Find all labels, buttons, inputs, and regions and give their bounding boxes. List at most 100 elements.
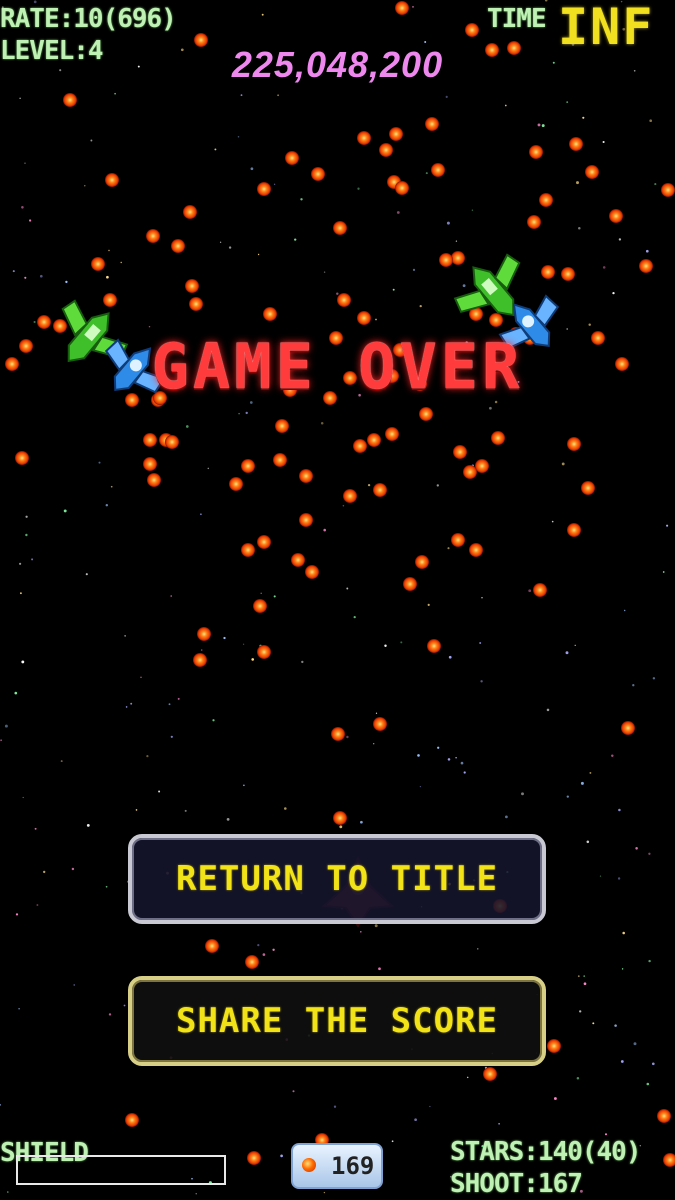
star bbox=[541, 124, 545, 128]
star bbox=[223, 636, 226, 640]
star bbox=[646, 1082, 650, 1086]
star bbox=[98, 461, 101, 464]
enemy-bullet bbox=[257, 182, 271, 196]
enemy-bullet bbox=[91, 257, 105, 271]
star bbox=[592, 1022, 595, 1025]
star bbox=[446, 221, 450, 225]
star bbox=[566, 101, 569, 103]
star bbox=[373, 743, 375, 745]
star bbox=[262, 953, 266, 956]
enemy-bullet bbox=[373, 483, 387, 497]
enemy-bullet bbox=[547, 1039, 561, 1053]
star bbox=[504, 104, 507, 107]
star bbox=[479, 642, 482, 644]
star bbox=[4, 724, 8, 728]
star bbox=[130, 702, 133, 705]
enemy-bullet bbox=[367, 433, 381, 447]
enemy-bullet bbox=[567, 523, 581, 537]
enemy-bullet bbox=[415, 555, 429, 569]
star bbox=[257, 943, 260, 947]
star bbox=[294, 238, 297, 241]
star bbox=[28, 219, 32, 222]
star bbox=[339, 825, 343, 829]
enemy-bullet bbox=[333, 811, 347, 825]
enemy-bullet bbox=[567, 437, 581, 451]
enemy-bullet bbox=[257, 645, 271, 659]
time-label: TIME bbox=[487, 4, 547, 34]
enemy-bullet bbox=[245, 955, 259, 969]
star bbox=[84, 185, 86, 187]
enemy-bullet bbox=[299, 513, 313, 527]
game-over-title: GAME OVER bbox=[151, 330, 524, 403]
star bbox=[0, 1104, 1, 1106]
enemy-bullet bbox=[241, 459, 255, 473]
star bbox=[392, 288, 395, 291]
star bbox=[632, 684, 635, 687]
star bbox=[63, 509, 67, 513]
star bbox=[261, 13, 264, 16]
enemy-bullet bbox=[639, 259, 653, 273]
star bbox=[654, 183, 657, 186]
enemy-bullet bbox=[305, 565, 319, 579]
star bbox=[277, 94, 279, 97]
star bbox=[437, 746, 440, 749]
enemy-bullet bbox=[299, 469, 313, 483]
enemy-bullet bbox=[419, 407, 433, 421]
star bbox=[85, 573, 88, 576]
star bbox=[417, 754, 420, 757]
star bbox=[250, 167, 254, 171]
star bbox=[336, 292, 339, 295]
star bbox=[583, 975, 585, 977]
enemy-bullet bbox=[263, 307, 277, 321]
star bbox=[574, 644, 576, 646]
star bbox=[73, 984, 75, 986]
star bbox=[618, 808, 621, 812]
enemy-bullet bbox=[661, 183, 675, 197]
star bbox=[238, 412, 240, 415]
star bbox=[7, 1191, 9, 1193]
bomb-counter[interactable]: 169 bbox=[291, 1143, 383, 1189]
star bbox=[622, 931, 625, 935]
enemy-bullet bbox=[483, 1067, 497, 1081]
enemy-bullet bbox=[385, 427, 399, 441]
share-score-button[interactable]: SHARE THE SCORE bbox=[128, 976, 546, 1066]
star bbox=[582, 116, 585, 119]
star bbox=[577, 975, 580, 978]
enemy-bullet bbox=[105, 173, 119, 187]
star bbox=[158, 790, 161, 793]
star bbox=[228, 246, 232, 249]
star bbox=[360, 931, 362, 933]
star bbox=[662, 571, 665, 573]
enemy-bullet bbox=[389, 127, 403, 141]
star bbox=[576, 181, 579, 185]
star bbox=[412, 268, 416, 272]
return-to-title-label: RETURN TO TITLE bbox=[175, 859, 499, 899]
star bbox=[184, 809, 187, 812]
enemy-bullet bbox=[469, 543, 483, 557]
star bbox=[455, 240, 458, 242]
enemy-bullet bbox=[171, 239, 185, 253]
star bbox=[25, 533, 28, 537]
enemy-bullet bbox=[427, 639, 441, 653]
enemy-bullet bbox=[333, 221, 347, 235]
star bbox=[251, 658, 255, 661]
enemy-bullet bbox=[539, 193, 553, 207]
star bbox=[480, 680, 483, 683]
enemy-bullet bbox=[197, 627, 211, 641]
star bbox=[648, 959, 651, 963]
enemy-bullet bbox=[125, 1113, 139, 1127]
star bbox=[424, 41, 427, 43]
star bbox=[374, 924, 378, 928]
enemy-bullet bbox=[439, 253, 453, 267]
star bbox=[602, 266, 606, 269]
star bbox=[301, 660, 304, 664]
star bbox=[237, 135, 240, 138]
star bbox=[146, 754, 149, 758]
enemy-bullet bbox=[475, 459, 489, 473]
star bbox=[649, 119, 653, 123]
star bbox=[284, 807, 287, 810]
return-to-title-button[interactable]: RETURN TO TITLE bbox=[128, 834, 546, 924]
enemy-bullet bbox=[229, 477, 243, 491]
star bbox=[12, 270, 15, 273]
star bbox=[260, 592, 262, 595]
